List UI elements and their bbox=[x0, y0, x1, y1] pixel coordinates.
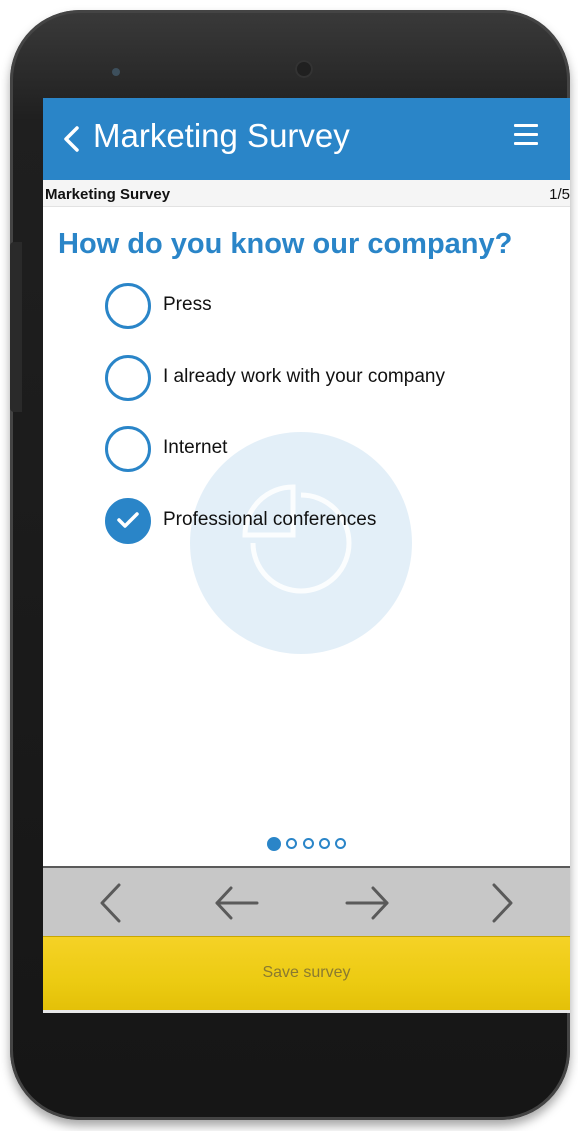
chevron-right-icon[interactable] bbox=[475, 878, 525, 928]
page-counter: 1/5 bbox=[549, 186, 570, 203]
page-dot-active[interactable] bbox=[266, 836, 281, 851]
option-label: Professional conferences bbox=[163, 509, 377, 530]
chevron-left-icon[interactable] bbox=[57, 120, 89, 158]
app-bar: Marketing Survey bbox=[43, 98, 570, 180]
divider bbox=[43, 1010, 570, 1013]
page-dot[interactable] bbox=[335, 838, 347, 850]
radio-button[interactable] bbox=[105, 283, 151, 329]
check-icon bbox=[117, 512, 139, 528]
option-label: Press bbox=[163, 294, 212, 315]
question-heading: How do you know our company? bbox=[58, 228, 513, 260]
front-camera bbox=[295, 60, 313, 78]
option-already-work[interactable]: I already work with your company bbox=[105, 355, 545, 401]
arrow-left-icon[interactable] bbox=[211, 878, 261, 928]
survey-name: Marketing Survey bbox=[45, 186, 171, 203]
radio-button[interactable] bbox=[105, 426, 151, 472]
radio-button-checked[interactable] bbox=[105, 498, 151, 544]
save-survey-button[interactable]: Save survey bbox=[43, 936, 570, 1011]
app-screen: Marketing Survey Marketing Survey 1/5 Ho… bbox=[43, 98, 570, 1013]
page-dot[interactable] bbox=[286, 838, 298, 850]
survey-subheader: Marketing Survey 1/5 bbox=[43, 180, 570, 207]
page-dot[interactable] bbox=[318, 838, 330, 850]
pagination-dots bbox=[43, 835, 570, 853]
page-dot[interactable] bbox=[302, 838, 314, 850]
radio-button[interactable] bbox=[105, 355, 151, 401]
navigation-bar bbox=[43, 866, 570, 938]
side-volume-button bbox=[10, 242, 22, 412]
option-label: I already work with your company bbox=[163, 366, 445, 387]
proximity-sensor bbox=[112, 68, 120, 76]
page-title: Marketing Survey bbox=[93, 117, 350, 154]
option-internet[interactable]: Internet bbox=[105, 426, 545, 472]
arrow-right-icon[interactable] bbox=[343, 878, 393, 928]
chevron-left-icon[interactable] bbox=[88, 878, 138, 928]
option-label: Internet bbox=[163, 437, 228, 458]
option-press[interactable]: Press bbox=[105, 283, 545, 329]
save-survey-label: Save survey bbox=[262, 964, 351, 981]
option-professional-conferences[interactable]: Professional conferences bbox=[105, 498, 545, 544]
hamburger-menu-icon[interactable] bbox=[514, 124, 538, 146]
